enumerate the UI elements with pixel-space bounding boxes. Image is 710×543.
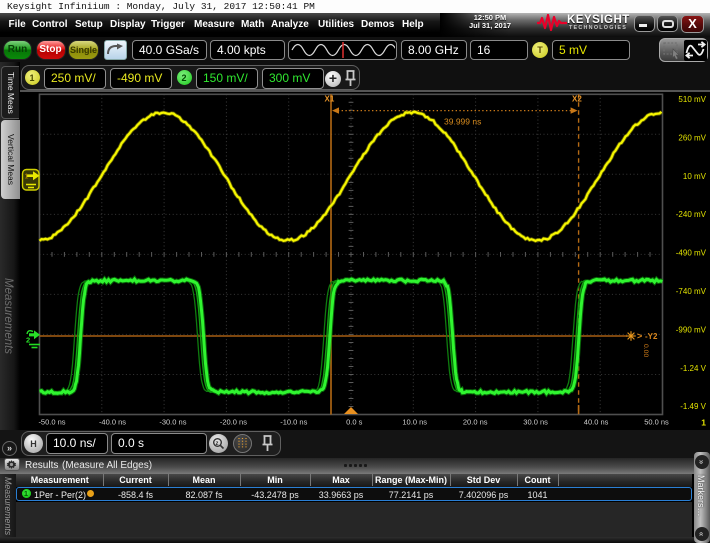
svg-text:30.0 ns: 30.0 ns (523, 418, 548, 427)
svg-text:10.0 ns: 10.0 ns (402, 418, 427, 427)
svg-text:260 mV: 260 mV (678, 133, 706, 142)
svg-text:-Y2: -Y2 (645, 332, 658, 341)
svg-text:-50.0 ns: -50.0 ns (38, 418, 65, 427)
svg-text:50.0 ns: 50.0 ns (644, 418, 669, 427)
svg-text:-740 mV: -740 mV (676, 287, 707, 296)
svg-text:-990 mV: -990 mV (676, 325, 707, 334)
svg-text:-490 mV: -490 mV (676, 249, 707, 258)
svg-text:-30.0 ns: -30.0 ns (159, 418, 186, 427)
svg-text:1: 1 (25, 174, 29, 181)
svg-text:z: z (216, 441, 219, 447)
svg-text:0.0 s: 0.0 s (346, 418, 363, 427)
svg-text:-1.24 V: -1.24 V (680, 364, 706, 373)
svg-text:-1.49 V: -1.49 V (680, 402, 706, 411)
svg-text:-240 mV: -240 mV (676, 210, 707, 219)
svg-text:39.999 ns: 39.999 ns (444, 117, 481, 127)
svg-text:0.00: 0.00 (642, 344, 649, 357)
svg-text:>: > (637, 331, 642, 341)
svg-text:-10.0 ns: -10.0 ns (280, 418, 307, 427)
svg-text:10 mV: 10 mV (683, 172, 707, 181)
svg-text:X2: X2 (572, 95, 582, 104)
svg-text:510 mV: 510 mV (678, 95, 706, 104)
svg-text:40.0 ns: 40.0 ns (584, 418, 609, 427)
svg-text:20.0 ns: 20.0 ns (463, 418, 488, 427)
svg-text:2: 2 (26, 336, 30, 345)
svg-text:-40.0 ns: -40.0 ns (99, 418, 126, 427)
svg-text:X1: X1 (325, 95, 335, 104)
svg-text:1: 1 (701, 418, 706, 428)
svg-text:-20.0 ns: -20.0 ns (220, 418, 247, 427)
